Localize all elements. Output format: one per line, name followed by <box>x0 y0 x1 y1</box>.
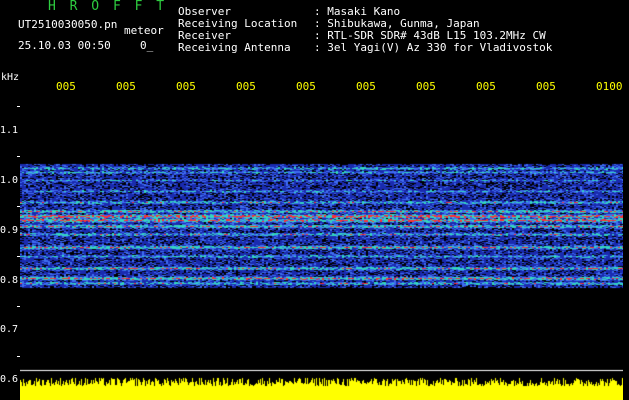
info-row-antenna: Receiving Antenna: 3el Yagi(V) Az 330 fo… <box>178 41 553 54</box>
y-tick-label: 1.0 <box>0 175 19 186</box>
y-tick-label: 1.1 <box>0 125 19 136</box>
y-tick-label: 0.7 <box>0 324 19 335</box>
y-axis-unit: kHz <box>1 72 20 83</box>
y-tick-label: 0.9 <box>0 225 19 236</box>
file-name: UT2510030050.pn <box>18 18 118 31</box>
y-tick-label: 0.8 <box>0 275 19 286</box>
app-brand: H R O F F T <box>48 0 168 14</box>
file-name-suffix: meteor <box>124 24 164 37</box>
info-label: Receiving Antenna <box>178 41 291 54</box>
spectrogram-waterfall <box>20 92 623 400</box>
y-tick-label: 0.6 <box>0 374 19 385</box>
status-indicator: 0_ <box>140 39 154 52</box>
observation-datetime: 25.10.03 00:50 <box>18 39 111 52</box>
info-value: 3el Yagi(V) Az 330 for Vladivostok <box>327 41 553 54</box>
